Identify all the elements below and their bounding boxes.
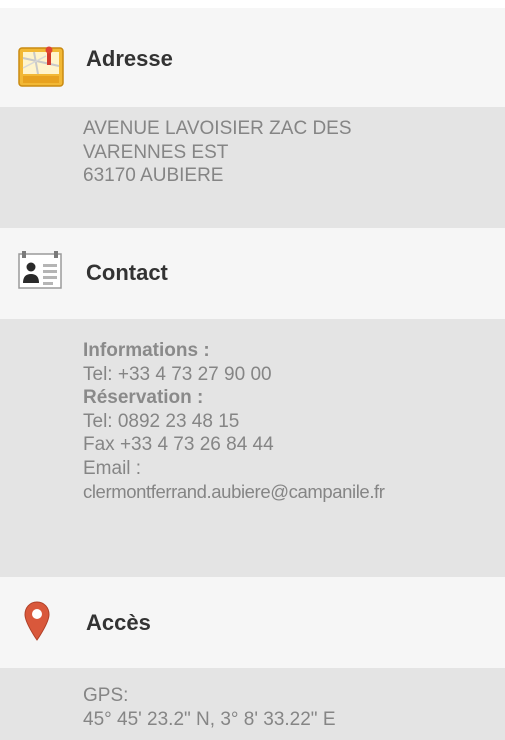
contact-reservation-tel: Tel: 0892 23 48 15 [83,410,240,432]
access-title: Accès [86,610,151,635]
contact-reservation-label: Réservation : [83,387,204,408]
address-line-2: VARENNES EST [83,141,229,163]
access-lines: GPS: 45° 45' 23.2" N, 3° 8' 33.22" E [83,684,336,731]
contact-card-icon [18,250,62,295]
address-section-header: Adresse [0,8,505,107]
access-section-header: Accès [0,577,505,668]
contact-email-label: Email : [83,457,142,479]
contact-section-header: Contact [0,228,505,319]
address-title: Adresse [86,46,173,71]
contact-title: Contact [86,260,168,285]
map-pin-icon [24,601,50,646]
contact-fax: Fax +33 4 73 26 84 44 [83,434,274,455]
address-lines: AVENUE LAVOISIER ZAC DES VARENNES EST 63… [83,117,352,188]
address-map-icon [18,44,64,95]
access-section-body: GPS: 45° 45' 23.2" N, 3° 8' 33.22" E [0,668,505,740]
hotel-info-panel: Adresse AVENUE LAVOISIER ZAC DES VARENNE… [0,0,505,740]
contact-section-body: Informations : Tel: +33 4 73 27 90 00 Ré… [0,319,505,577]
contact-info-label: Informations : [83,340,210,361]
access-gps-label: GPS: [83,685,129,706]
contact-lines: Informations : Tel: +33 4 73 27 90 00 Ré… [83,339,385,504]
address-line-3: 63170 AUBIERE [83,165,224,186]
access-gps-coords: 45° 45' 23.2" N, 3° 8' 33.22" E [83,708,336,730]
address-line-1: AVENUE LAVOISIER ZAC DES [83,118,352,139]
contact-info-tel: Tel: +33 4 73 27 90 00 [83,363,272,385]
contact-email-link[interactable]: clermontferrand.aubiere@campanile.fr [83,480,385,504]
address-section-body: AVENUE LAVOISIER ZAC DES VARENNES EST 63… [0,107,505,228]
